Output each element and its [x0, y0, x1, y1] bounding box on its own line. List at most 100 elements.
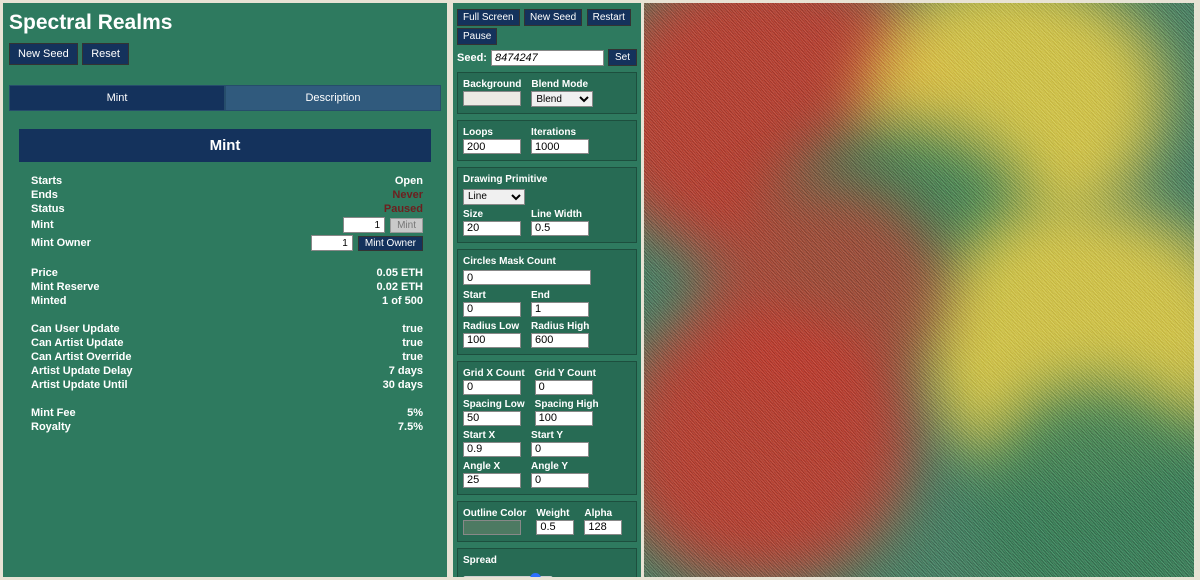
label-artist-update: Can Artist Update: [31, 337, 124, 349]
outline-alpha-input[interactable]: [584, 520, 622, 535]
primitive-select[interactable]: Line: [463, 189, 525, 205]
loops-input[interactable]: [463, 139, 521, 154]
group-background: Background Blend Mode Blend: [457, 72, 637, 114]
outline-color-label: Outline Color: [463, 508, 526, 519]
starty-label: Start Y: [531, 430, 589, 441]
project-actions: New Seed Reset: [9, 43, 441, 65]
mint-section-title: Mint: [19, 129, 431, 162]
radius-high-input[interactable]: [531, 333, 589, 348]
seed-label: Seed:: [457, 52, 487, 64]
iterations-input[interactable]: [531, 139, 589, 154]
tab-description[interactable]: Description: [225, 85, 441, 111]
linewidth-input[interactable]: [531, 221, 589, 236]
circle-start-label: Start: [463, 290, 521, 301]
label-royalty: Royalty: [31, 421, 71, 433]
group-circles: Circles Mask Count Start End Radius Low …: [457, 249, 637, 355]
value-ends: Never: [392, 189, 423, 201]
seed-set-button[interactable]: Set: [608, 49, 637, 66]
outline-weight-label: Weight: [536, 508, 574, 519]
perms-block: Can User Update true Can Artist Update tru…: [31, 322, 423, 392]
size-label: Size: [463, 209, 521, 220]
value-update-until: 30 days: [383, 379, 423, 391]
spread-label: Spread: [463, 555, 631, 566]
radius-high-label: Radius High: [531, 321, 589, 332]
new-seed-button-2[interactable]: New Seed: [524, 9, 582, 26]
circle-end-input[interactable]: [531, 302, 589, 317]
angley-label: Angle Y: [531, 461, 589, 472]
gridx-input[interactable]: [463, 380, 521, 395]
loops-label: Loops: [463, 127, 521, 138]
label-ends: Ends: [31, 189, 58, 201]
size-input[interactable]: [463, 221, 521, 236]
pause-button[interactable]: Pause: [457, 28, 497, 45]
startx-input[interactable]: [463, 442, 521, 457]
value-mint-fee: 5%: [407, 407, 423, 419]
circle-start-input[interactable]: [463, 302, 521, 317]
anglex-label: Angle X: [463, 461, 521, 472]
seed-input[interactable]: [491, 50, 604, 66]
group-loops: Loops Iterations: [457, 120, 637, 161]
outline-weight-input[interactable]: [536, 520, 574, 535]
gridx-label: Grid X Count: [463, 368, 525, 379]
value-price: 0.05 ETH: [377, 267, 423, 279]
background-label: Background: [463, 79, 521, 90]
reset-button[interactable]: Reset: [82, 43, 129, 65]
background-color-picker[interactable]: [463, 91, 521, 106]
fullscreen-button[interactable]: Full Screen: [457, 9, 520, 26]
label-artist-override: Can Artist Override: [31, 351, 131, 363]
group-grid: Grid X Count Grid Y Count Spacing Low Sp…: [457, 361, 637, 495]
project-title: Spectral Realms: [9, 11, 441, 35]
gridy-input[interactable]: [535, 380, 593, 395]
spread-slider[interactable]: [463, 576, 553, 578]
tab-mint[interactable]: Mint: [9, 85, 225, 111]
value-starts: Open: [395, 175, 423, 187]
spacing-high-label: Spacing High: [535, 399, 599, 410]
group-outline: Outline Color Weight Alpha: [457, 501, 637, 542]
label-starts: Starts: [31, 175, 62, 187]
new-seed-button[interactable]: New Seed: [9, 43, 78, 65]
mask-count-label: Circles Mask Count: [463, 256, 631, 267]
gridy-label: Grid Y Count: [535, 368, 596, 379]
fees-block: Mint Fee 5% Royalty 7.5%: [31, 406, 423, 434]
group-sliders: Spread Zoom: [457, 548, 637, 578]
label-status: Status: [31, 203, 65, 215]
label-reserve: Mint Reserve: [31, 281, 99, 293]
seed-row: Seed: Set: [457, 49, 637, 66]
label-update-delay: Artist Update Delay: [31, 365, 132, 377]
label-minted: Minted: [31, 295, 66, 307]
outline-color-picker[interactable]: [463, 520, 521, 535]
mint-owner-button[interactable]: Mint Owner: [358, 236, 423, 251]
radius-low-input[interactable]: [463, 333, 521, 348]
label-update-until: Artist Update Until: [31, 379, 128, 391]
restart-button[interactable]: Restart: [587, 9, 631, 26]
label-mint-owner: Mint Owner: [31, 237, 91, 249]
value-royalty: 7.5%: [398, 421, 423, 433]
spacing-low-label: Spacing Low: [463, 399, 525, 410]
mask-count-input[interactable]: [463, 270, 591, 285]
value-user-update: true: [402, 323, 423, 335]
label-user-update: Can User Update: [31, 323, 120, 335]
spacing-high-input[interactable]: [535, 411, 593, 426]
label-price: Price: [31, 267, 58, 279]
value-artist-update: true: [402, 337, 423, 349]
group-drawing: Drawing Primitive Line Size Line Width: [457, 167, 637, 243]
canvas-preview: [644, 3, 1194, 577]
radius-low-label: Radius Low: [463, 321, 521, 332]
project-panel: Spectral Realms New Seed Reset Mint Desc…: [3, 3, 447, 577]
spacing-low-input[interactable]: [463, 411, 521, 426]
outline-alpha-label: Alpha: [584, 508, 622, 519]
anglex-input[interactable]: [463, 473, 521, 488]
mint-owner-qty-input[interactable]: [311, 235, 353, 251]
label-mint-fee: Mint Fee: [31, 407, 76, 419]
starty-input[interactable]: [531, 442, 589, 457]
mint-button: Mint: [390, 218, 423, 233]
angley-input[interactable]: [531, 473, 589, 488]
controls-panel: Full Screen New Seed Restart Pause Seed:…: [453, 3, 641, 577]
primitive-label: Drawing Primitive: [463, 174, 631, 185]
playback-buttons: Full Screen New Seed Restart Pause: [457, 7, 637, 45]
value-artist-override: true: [402, 351, 423, 363]
mint-qty-input[interactable]: [343, 217, 385, 233]
tabs: Mint Description: [9, 85, 441, 111]
startx-label: Start X: [463, 430, 521, 441]
blend-mode-select[interactable]: Blend: [531, 91, 593, 107]
